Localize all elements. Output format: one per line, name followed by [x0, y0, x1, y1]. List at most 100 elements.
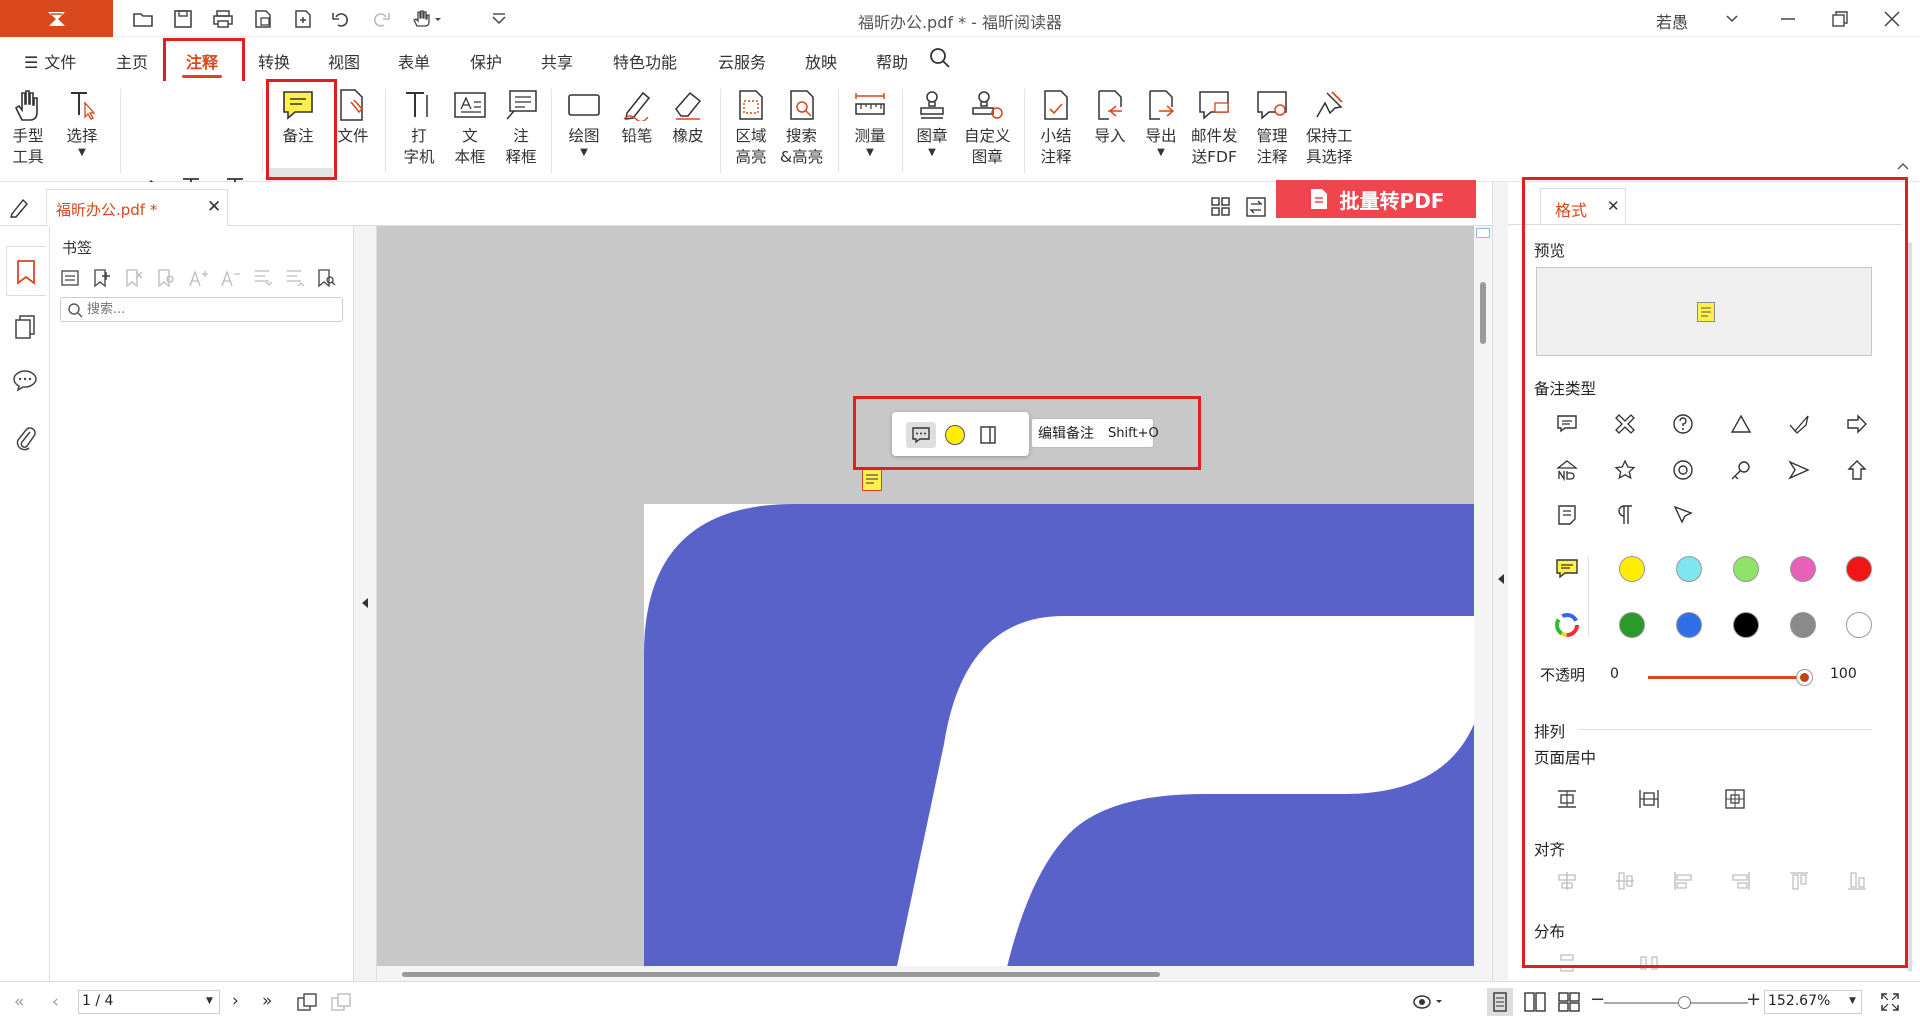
- grid-view-icon[interactable]: [1210, 196, 1232, 218]
- note-comment-icon[interactable]: [906, 422, 936, 448]
- note-annotation-icon[interactable]: [862, 469, 882, 491]
- previous-view-icon[interactable]: [296, 992, 318, 1012]
- attachments-nav-icon[interactable]: [14, 424, 36, 452]
- menu-view[interactable]: 视图: [328, 49, 360, 73]
- bookmark-options-icon[interactable]: [60, 268, 80, 288]
- note-type-help-icon[interactable]: [1668, 409, 1698, 439]
- align-right-icon[interactable]: [1726, 866, 1756, 896]
- restore-icon[interactable]: [1822, 5, 1858, 33]
- note-type-comment-icon[interactable]: [1552, 409, 1582, 439]
- add-bookmark-icon[interactable]: [92, 268, 112, 288]
- note-properties-icon[interactable]: [978, 424, 998, 446]
- note-type-triangle-icon[interactable]: [1726, 409, 1756, 439]
- left-panel-splitter[interactable]: [353, 226, 377, 981]
- zoom-dropdown-icon[interactable]: ▼: [1849, 996, 1856, 1006]
- page-number-field[interactable]: 1 / 4 ▼: [78, 990, 220, 1014]
- note-type-cross-icon[interactable]: [1610, 409, 1640, 439]
- format-tab[interactable]: 格式 ✕: [1540, 188, 1626, 224]
- zoom-slider-track[interactable]: [1604, 996, 1748, 1009]
- create-pdf-icon[interactable]: [290, 6, 316, 32]
- redo-icon[interactable]: [368, 6, 394, 32]
- bookmark-search-field[interactable]: [60, 297, 343, 322]
- keep-tool-selected-button[interactable]: 保持工 具选择: [1306, 87, 1353, 168]
- menu-protect[interactable]: 保护: [470, 49, 502, 73]
- menu-cloud[interactable]: 云服务: [718, 49, 766, 73]
- bookmark-search-icon[interactable]: [316, 268, 336, 288]
- collapse-left-panel-icon[interactable]: [360, 596, 370, 610]
- export-button[interactable]: 导出 ▼: [1143, 87, 1179, 159]
- decrease-font-icon[interactable]: [220, 268, 240, 288]
- document-tab[interactable]: 福昕办公.pdf * ✕: [46, 189, 228, 226]
- pencil-button[interactable]: 铅笔: [619, 87, 655, 147]
- menu-share[interactable]: 共享: [541, 49, 573, 73]
- last-page-icon[interactable]: »: [262, 991, 272, 1011]
- bookmark-search-input[interactable]: [87, 300, 337, 319]
- note-type-paragraph-icon[interactable]: [1610, 500, 1640, 530]
- close-window-icon[interactable]: [1874, 5, 1910, 33]
- hand-tool-button[interactable]: 手型 工具: [10, 87, 46, 168]
- menu-annotate[interactable]: 注释: [186, 49, 218, 73]
- center-horizontal-icon[interactable]: [1552, 784, 1582, 814]
- fullscreen-icon[interactable]: [1880, 992, 1900, 1012]
- close-format-tab-icon[interactable]: ✕: [1607, 197, 1620, 215]
- print-icon[interactable]: [210, 6, 236, 32]
- format-panel-scrollbar[interactable]: [1908, 242, 1912, 972]
- color-swatch-blue[interactable]: [1676, 612, 1702, 638]
- note-type-right-arrow-icon[interactable]: [1842, 409, 1872, 439]
- zoom-in-icon[interactable]: +: [1746, 989, 1761, 1010]
- menu-home[interactable]: 主页: [116, 49, 148, 73]
- document-view[interactable]: 编辑备注 Shift+O: [377, 226, 1474, 966]
- undo-icon[interactable]: [328, 6, 354, 32]
- menu-convert[interactable]: 转换: [258, 49, 290, 73]
- user-name[interactable]: 若愚: [1656, 9, 1688, 33]
- measure-button[interactable]: 测量 ▼: [852, 87, 888, 159]
- color-swatch-dark-green[interactable]: [1619, 612, 1645, 638]
- note-type-right-pointer-icon[interactable]: [1784, 455, 1814, 485]
- color-swatch-white[interactable]: [1846, 612, 1872, 638]
- import-button[interactable]: 导入: [1092, 87, 1128, 147]
- callout-button[interactable]: 注 释框: [503, 87, 539, 168]
- color-swatch-red[interactable]: [1846, 556, 1872, 582]
- save-icon[interactable]: [170, 6, 196, 32]
- right-panel-splitter[interactable]: [1492, 182, 1508, 981]
- note-type-key-icon[interactable]: [1726, 455, 1756, 485]
- eraser-button[interactable]: 橡皮: [670, 87, 706, 147]
- collapse-right-panel-icon[interactable]: [1496, 572, 1506, 586]
- align-middle-v-icon[interactable]: [1610, 866, 1640, 896]
- note-type-check-icon[interactable]: [1784, 409, 1814, 439]
- horizontal-scrollbar[interactable]: [377, 966, 1492, 981]
- batch-to-pdf-banner[interactable]: 批量转PDF: [1276, 180, 1476, 218]
- color-swatch-black[interactable]: [1733, 612, 1759, 638]
- color-swatch-gray[interactable]: [1790, 612, 1816, 638]
- minimize-icon[interactable]: [1770, 5, 1806, 33]
- single-page-view-icon[interactable]: [1487, 988, 1513, 1016]
- note-type-insert-icon[interactable]: [1668, 500, 1698, 530]
- next-view-icon[interactable]: [330, 992, 352, 1012]
- delete-bookmark-icon[interactable]: [124, 268, 144, 288]
- opacity-slider-knob[interactable]: [1796, 669, 1813, 686]
- align-left-icon[interactable]: [1668, 866, 1698, 896]
- continuous-two-page-icon[interactable]: [1558, 992, 1580, 1012]
- reading-mode-icon[interactable]: [1412, 992, 1446, 1012]
- horizontal-scroll-thumb[interactable]: [402, 972, 1160, 977]
- center-vertical-icon[interactable]: [1634, 784, 1664, 814]
- align-bottom-icon[interactable]: [1842, 866, 1872, 896]
- user-menu-chevron-icon[interactable]: [1714, 5, 1750, 33]
- menu-slideshow[interactable]: 放映: [805, 49, 837, 73]
- customize-dropdown-icon[interactable]: [486, 6, 512, 32]
- find-bookmark-icon[interactable]: [156, 268, 176, 288]
- color-swatch-green[interactable]: [1733, 556, 1759, 582]
- note-type-up-arrow-icon[interactable]: [1842, 455, 1872, 485]
- stamp-button[interactable]: 图章 ▼: [914, 87, 950, 159]
- scroll-up-marker[interactable]: [1476, 228, 1490, 238]
- align-top-icon[interactable]: [1784, 866, 1814, 896]
- foxit-logo-icon[interactable]: [0, 0, 113, 37]
- hand-tool-dropdown-icon[interactable]: [410, 6, 446, 32]
- area-highlight-button[interactable]: 区域 高亮: [733, 87, 769, 168]
- menu-help[interactable]: 帮助: [876, 49, 908, 73]
- zoom-slider-knob[interactable]: [1678, 996, 1691, 1009]
- vertical-scrollbar[interactable]: [1474, 226, 1492, 966]
- increase-font-icon[interactable]: [188, 268, 208, 288]
- note-type-new-paragraph-icon[interactable]: [1552, 455, 1582, 485]
- note-color-swatch[interactable]: [945, 425, 965, 445]
